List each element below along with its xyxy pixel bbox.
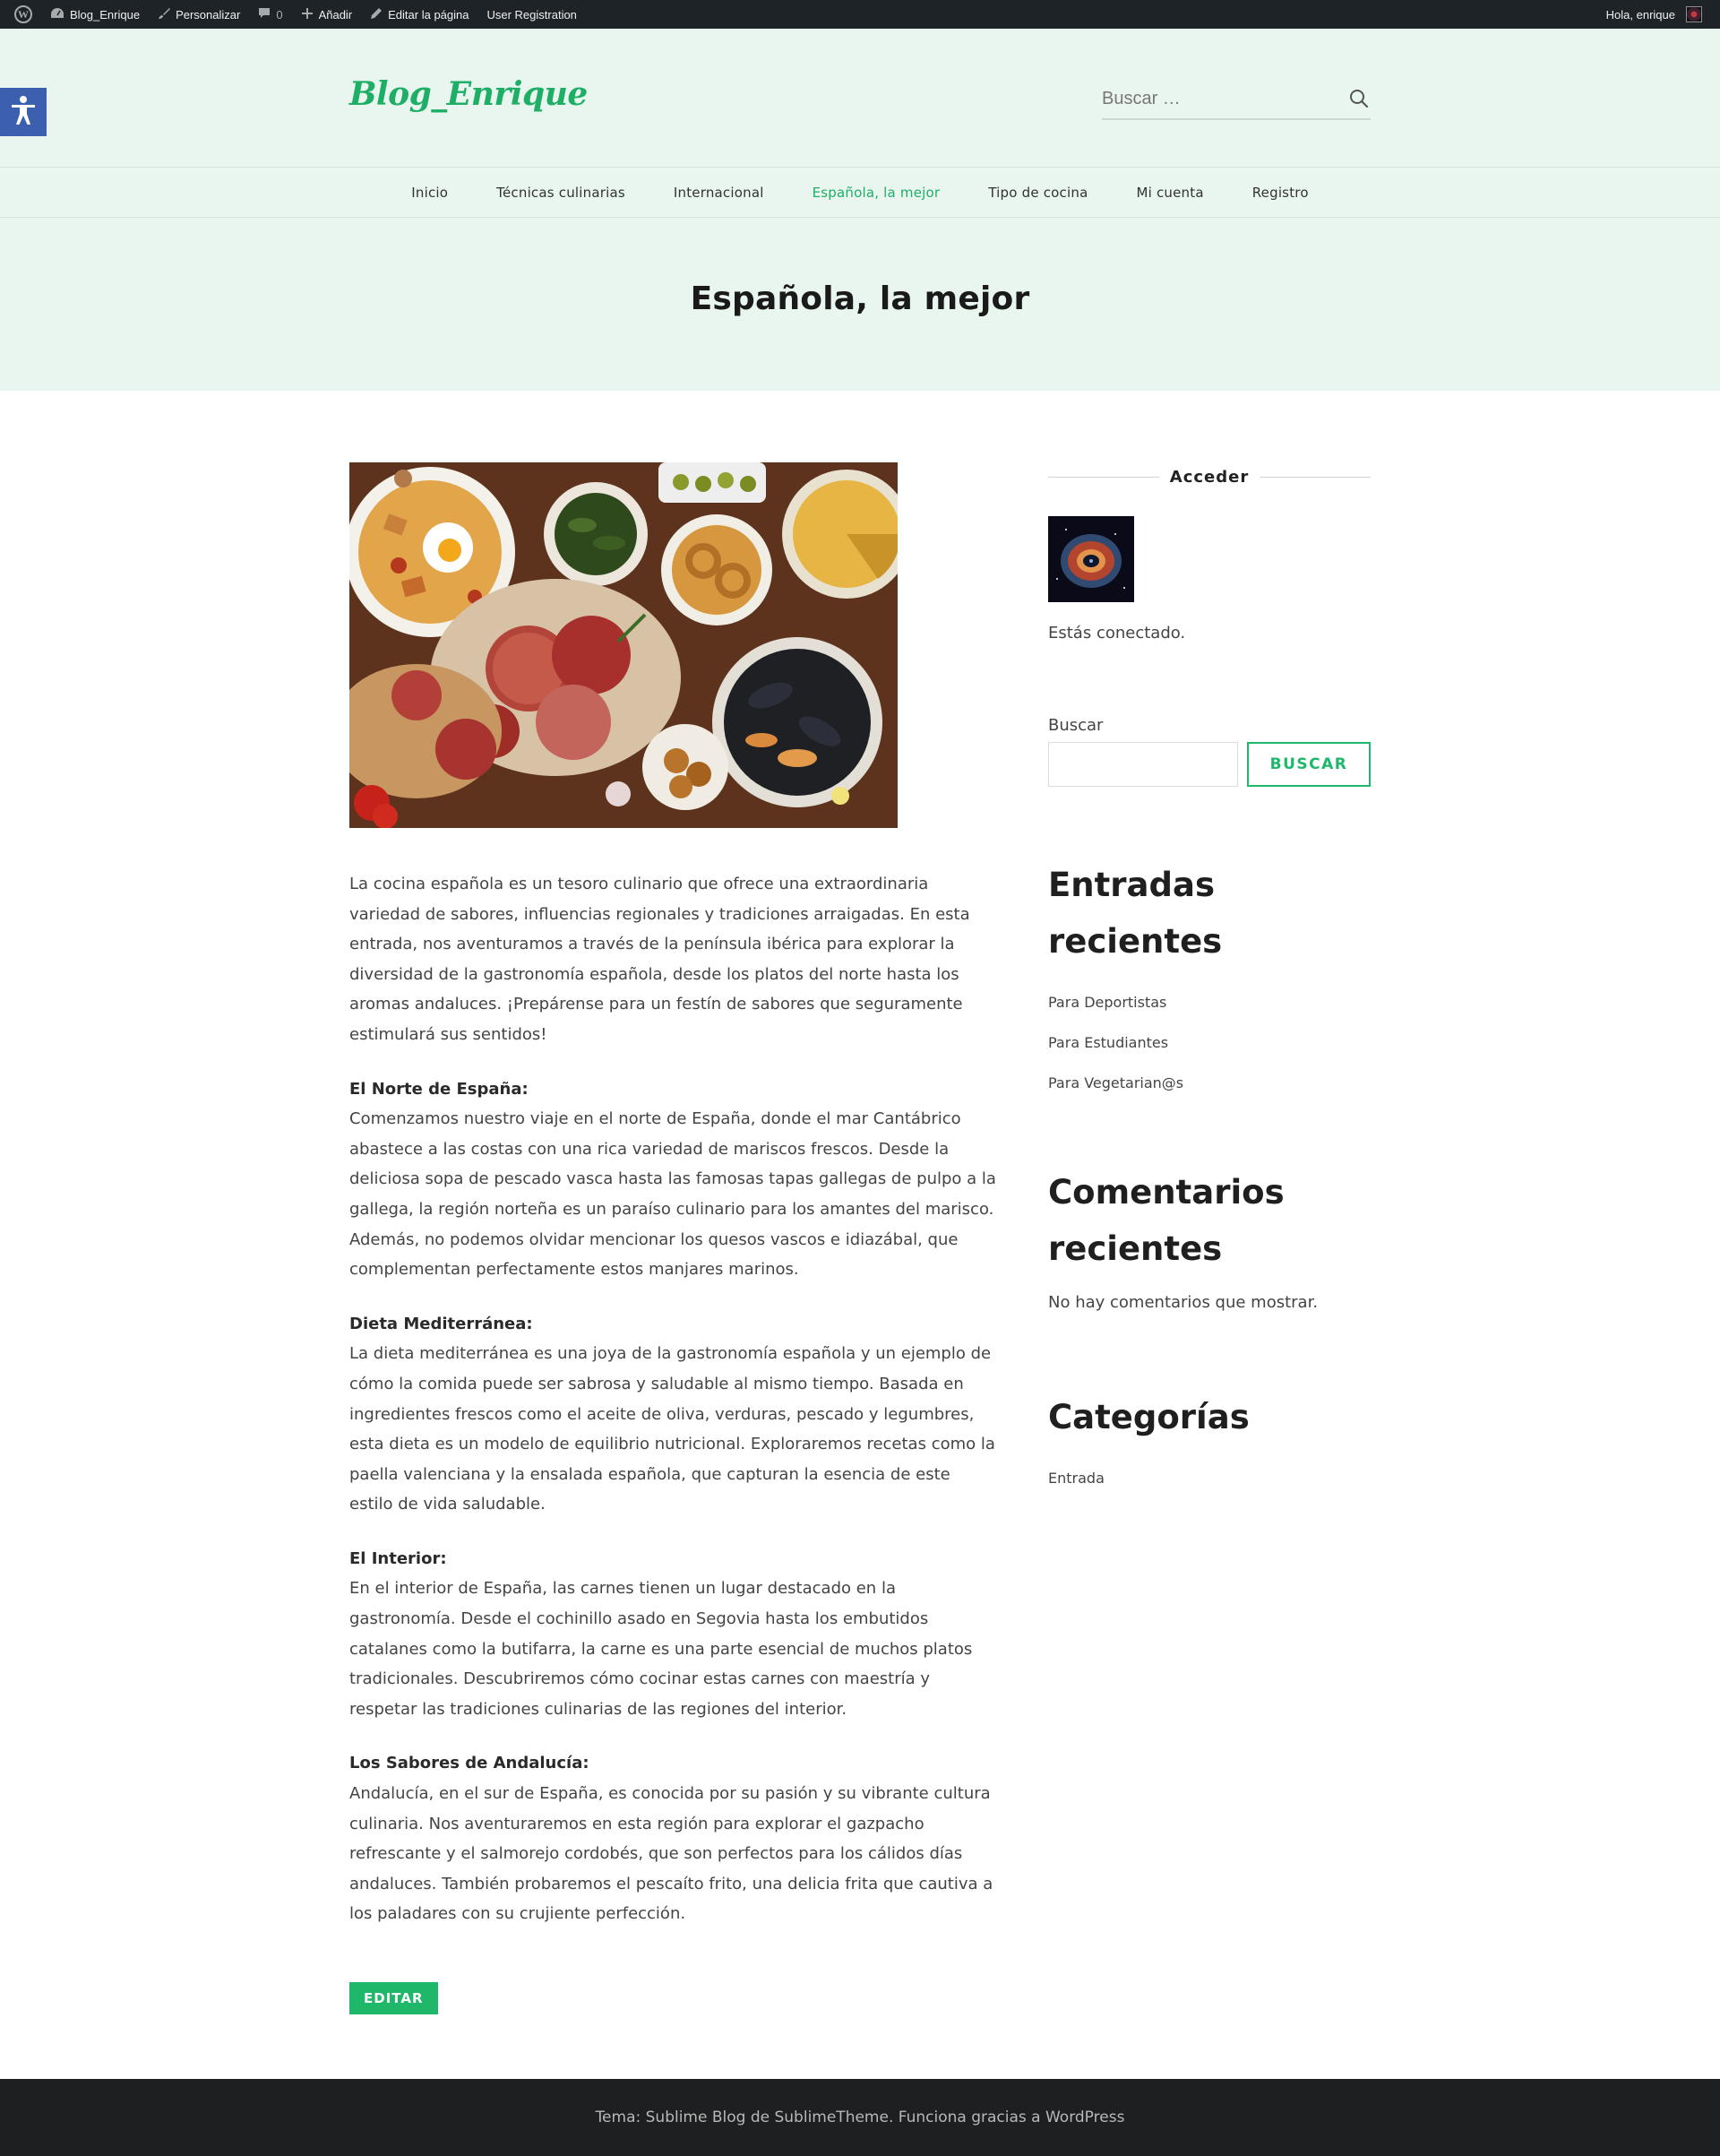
sidebar-search-label: Buscar bbox=[1048, 716, 1104, 735]
avatar bbox=[1048, 516, 1134, 602]
admin-bar-add-new[interactable]: Añadir bbox=[292, 0, 362, 29]
search-icon[interactable] bbox=[1347, 87, 1371, 110]
section-text: La dieta mediterránea es una joya de la … bbox=[349, 1344, 995, 1514]
categories-title: Categorías bbox=[1048, 1398, 1250, 1436]
accessibility-icon bbox=[10, 95, 37, 129]
section-text: En el interior de España, las carnes tie… bbox=[349, 1579, 973, 1719]
divider bbox=[1048, 476, 1159, 478]
plus-icon bbox=[301, 7, 314, 22]
wordpress-icon: W bbox=[14, 5, 32, 23]
admin-bar-site-name-label: Blog_Enrique bbox=[70, 7, 141, 22]
categories-list: Entrada bbox=[1048, 1458, 1371, 1498]
admin-bar-edit-page-label: Editar la página bbox=[388, 7, 469, 22]
nav-item-mi-cuenta[interactable]: Mi cuenta bbox=[1112, 185, 1227, 201]
category-link[interactable]: Entrada bbox=[1048, 1458, 1371, 1498]
post-body: La cocina española es un tesoro culinari… bbox=[349, 869, 996, 1929]
recent-posts-list: Para Deportistas Para Estudiantes Para V… bbox=[1048, 982, 1371, 1103]
section-text: Comenzamos nuestro viaje en el norte de … bbox=[349, 1109, 996, 1280]
dashboard-icon bbox=[50, 7, 64, 22]
section-text: Andalucía, en el sur de España, es conoc… bbox=[349, 1784, 993, 1924]
admin-bar-account[interactable]: Hola, enrique bbox=[1597, 0, 1711, 29]
recent-post-link[interactable]: Para Estudiantes bbox=[1048, 1022, 1371, 1063]
nav-item-tecnicas-culinarias[interactable]: Técnicas culinarias bbox=[472, 185, 649, 201]
sidebar-search-button[interactable]: BUSCAR bbox=[1247, 742, 1371, 787]
site-logo[interactable]: Blog_Enrique bbox=[349, 75, 588, 113]
sidebar-search: BUSCAR bbox=[1048, 742, 1371, 787]
admin-bar-comments[interactable]: 0 bbox=[249, 0, 291, 29]
admin-bar-add-new-label: Añadir bbox=[318, 7, 353, 22]
post-intro: La cocina española es un tesoro culinari… bbox=[349, 875, 970, 1044]
admin-bar-user-registration-label: User Registration bbox=[486, 7, 577, 22]
featured-image-spanish-food bbox=[349, 462, 898, 828]
admin-bar-customize-label: Personalizar bbox=[176, 7, 241, 22]
nav-item-internacional[interactable]: Internacional bbox=[649, 185, 788, 201]
admin-bar-user-registration[interactable]: User Registration bbox=[477, 0, 585, 29]
wordpress-logo-menu[interactable]: W bbox=[5, 0, 41, 29]
admin-bar-site-name[interactable]: Blog_Enrique bbox=[41, 0, 149, 29]
login-title: Acceder bbox=[1169, 467, 1250, 487]
divider bbox=[1260, 476, 1372, 478]
pencil-icon bbox=[370, 7, 383, 22]
nav-item-tipo-de-cocina[interactable]: Tipo de cocina bbox=[964, 185, 1112, 201]
section-heading: El Norte de España: bbox=[349, 1079, 529, 1099]
site-header: Blog_Enrique Buscar … bbox=[0, 29, 1720, 167]
section-norte: El Norte de España: Comenzamos nuestro v… bbox=[349, 1074, 996, 1285]
comment-icon bbox=[258, 7, 271, 22]
admin-bar-customize[interactable]: Personalizar bbox=[149, 0, 249, 29]
header-search-input[interactable]: Buscar … bbox=[1102, 89, 1181, 109]
section-heading: Dieta Mediterránea: bbox=[349, 1314, 533, 1333]
admin-bar-edit-page[interactable]: Editar la página bbox=[361, 0, 477, 29]
login-widget-title: Acceder bbox=[1048, 462, 1372, 491]
sidebar-search-input[interactable] bbox=[1048, 742, 1238, 787]
accessibility-button[interactable] bbox=[0, 88, 47, 136]
main-navigation: Inicio Técnicas culinarias Internacional… bbox=[0, 167, 1720, 218]
no-comments-text: No hay comentarios que mostrar. bbox=[1048, 1293, 1319, 1312]
section-heading: Los Sabores de Andalucía: bbox=[349, 1754, 589, 1773]
recent-comments-title: Comentarios recientes bbox=[1048, 1173, 1285, 1268]
section-mediterranea: Dieta Mediterránea: La dieta mediterráne… bbox=[349, 1309, 996, 1520]
footer-credits[interactable]: Tema: Sublime Blog de SublimeTheme. Func… bbox=[596, 2109, 1125, 2126]
sidebar: Acceder Estás conectado. Buscar BUSCAR E… bbox=[1048, 462, 1372, 1498]
page-title: Española, la mejor bbox=[690, 280, 1030, 317]
site-footer: Tema: Sublime Blog de SublimeTheme. Func… bbox=[0, 2079, 1720, 2156]
nav-item-espanola-la-mejor[interactable]: Española, la mejor bbox=[788, 185, 965, 201]
brush-icon bbox=[158, 7, 171, 22]
recent-posts-title: Entradas recientes bbox=[1048, 866, 1223, 961]
nav-item-registro[interactable]: Registro bbox=[1228, 185, 1333, 201]
user-avatar-small bbox=[1686, 6, 1702, 22]
post-content: La cocina española es un tesoro culinari… bbox=[349, 462, 996, 2014]
recent-post-link[interactable]: Para Vegetarian@s bbox=[1048, 1063, 1371, 1103]
section-interior: El Interior: En el interior de España, l… bbox=[349, 1544, 996, 1725]
admin-bar-greeting: Hola, enrique bbox=[1605, 7, 1675, 22]
page-hero: Española, la mejor bbox=[0, 218, 1720, 391]
header-search[interactable]: Buscar … bbox=[1102, 79, 1371, 120]
recent-post-link[interactable]: Para Deportistas bbox=[1048, 982, 1371, 1022]
section-heading: El Interior: bbox=[349, 1548, 447, 1568]
section-andalucia: Los Sabores de Andalucía: Andalucía, en … bbox=[349, 1748, 996, 1929]
admin-bar: W Blog_Enrique Personalizar 0 Añadir Edi… bbox=[0, 0, 1720, 29]
nav-item-inicio[interactable]: Inicio bbox=[387, 185, 472, 201]
edit-button[interactable]: EDITAR bbox=[349, 1982, 438, 2014]
connected-status: Estás conectado. bbox=[1048, 624, 1186, 642]
comments-count: 0 bbox=[276, 7, 283, 22]
